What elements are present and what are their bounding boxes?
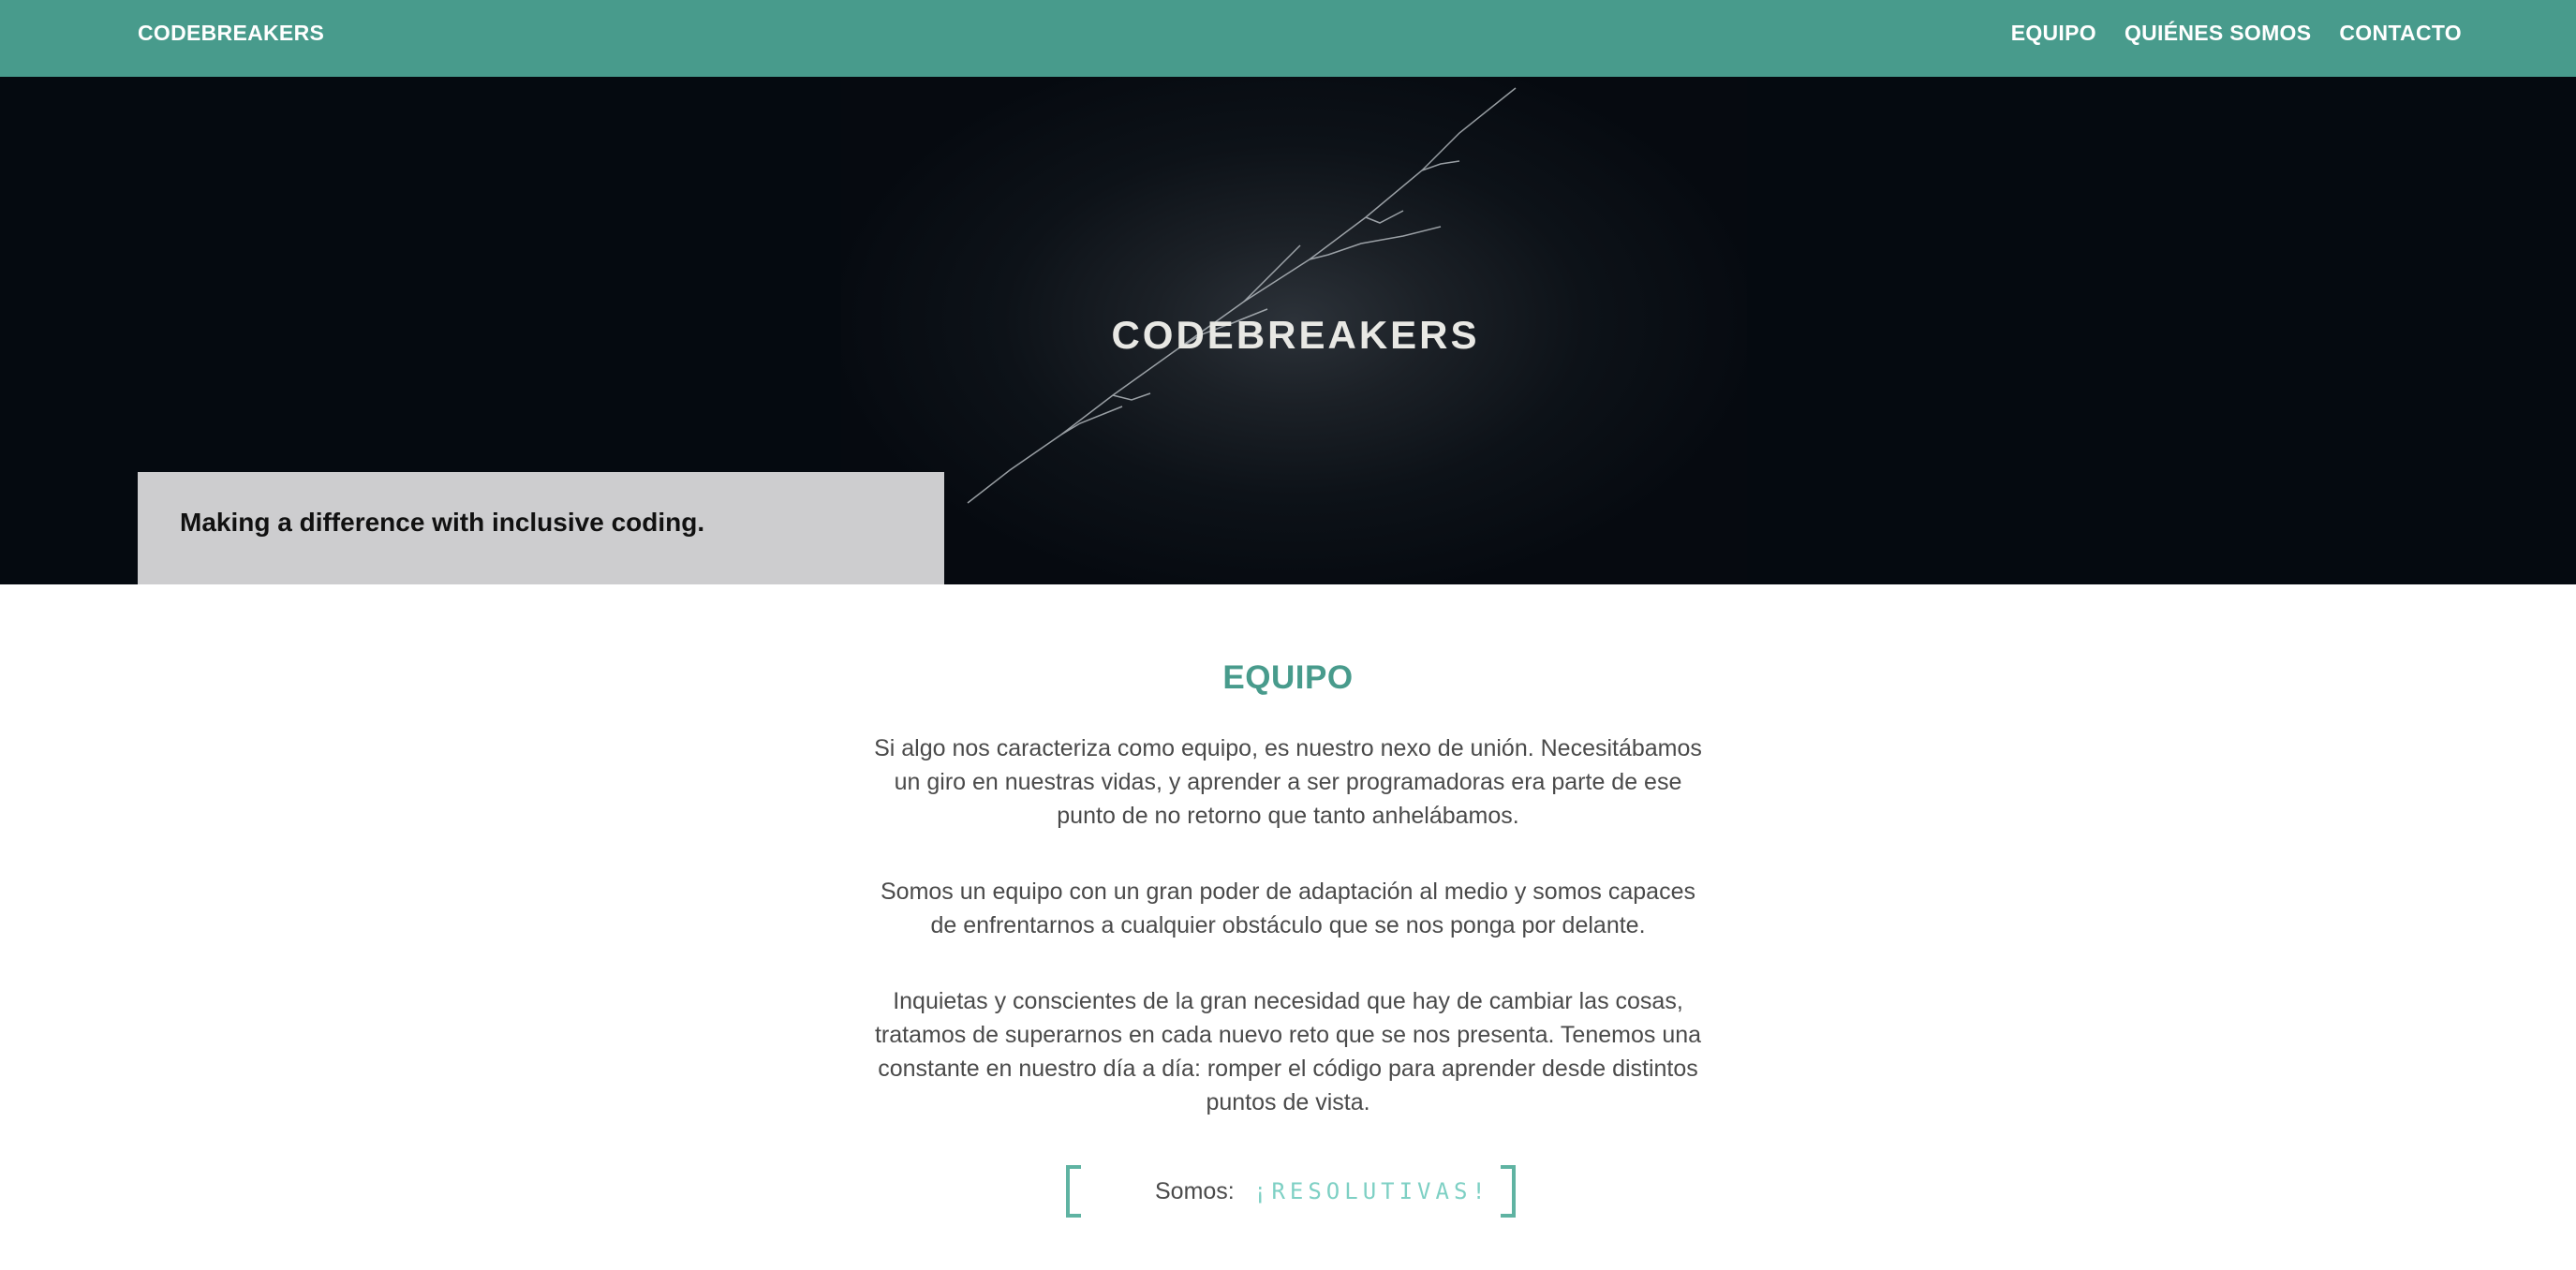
hero-banner: CODEBREAKERS Making a difference with in…: [0, 77, 2576, 584]
tagline-box: Making a difference with inclusive codin…: [138, 472, 944, 584]
nav-link-contacto[interactable]: CONTACTO: [2339, 21, 2462, 46]
nav-link-equipo[interactable]: EQUIPO: [2011, 21, 2096, 46]
nav-link-quienes-somos[interactable]: QUIÉNES SOMOS: [2124, 21, 2311, 46]
hero-logo-graphic: CODEBREAKERS: [967, 87, 1517, 504]
section-title: EQUIPO: [1222, 659, 1354, 696]
right-bracket-decoration: [1501, 1165, 1516, 1218]
equipo-paragraph-1: Si algo nos caracteriza como equipo, es …: [874, 735, 1702, 829]
crack-lines-decoration: [967, 87, 1517, 504]
equipo-paragraph-3: Inquietas y conscientes de la gran neces…: [874, 988, 1702, 1115]
somos-highlight: Somos: ¡RESOLUTIVAS!: [1066, 1165, 1516, 1221]
brand-link[interactable]: CODEBREAKERS: [138, 21, 324, 46]
nav-links: EQUIPO QUIÉNES SOMOS CONTACTO: [2011, 21, 2462, 46]
hero-tagline: Making a difference with inclusive codin…: [180, 508, 705, 537]
hero-logo-text: CODEBREAKERS: [1111, 313, 1479, 357]
hero-image: CODEBREAKERS: [841, 77, 1747, 584]
equipo-paragraph-2: Somos un equipo con un gran poder de ada…: [880, 879, 1695, 938]
equipo-section: EQUIPO Si algo nos caracteriza como equi…: [0, 584, 2576, 1270]
left-bracket-decoration: [1066, 1165, 1081, 1218]
somos-label: Somos:: [1155, 1178, 1235, 1204]
navbar: CODEBREAKERS EQUIPO QUIÉNES SOMOS CONTAC…: [0, 0, 2576, 77]
somos-word: ¡RESOLUTIVAS!: [1253, 1178, 1490, 1204]
